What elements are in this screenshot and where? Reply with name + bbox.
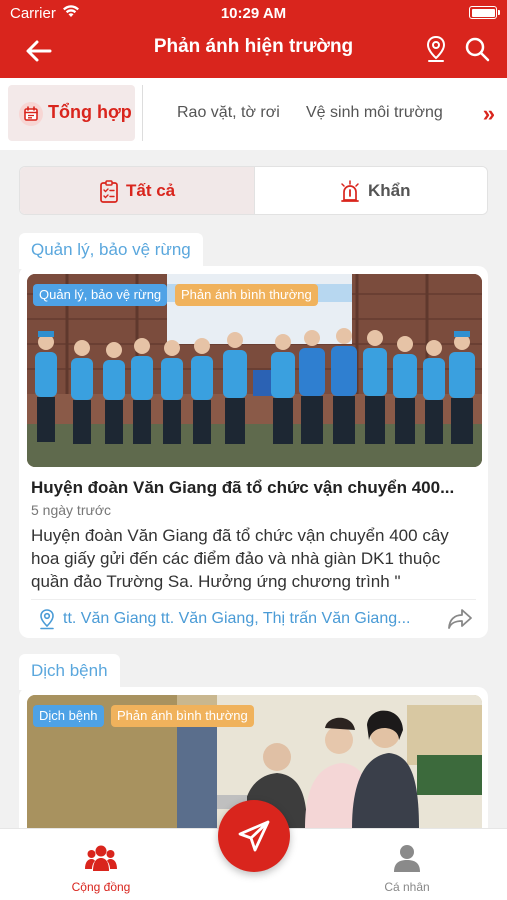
create-report-button[interactable] [218, 800, 290, 872]
post-image: Quản lý, bảo vệ rừng Phản ánh bình thườn… [27, 274, 482, 467]
checklist-icon [100, 180, 118, 203]
location-pin-icon[interactable] [423, 34, 449, 64]
tab-community[interactable]: Cộng đồng [62, 843, 140, 894]
status-badge: Phản ánh bình thường [175, 284, 318, 306]
tab-community-label: Cộng đồng [71, 880, 131, 894]
status-bar: Carrier 10:29 AM [0, 0, 507, 26]
post-location[interactable]: tt. Văn Giang tt. Văn Giang, Thị trấn Vă… [63, 610, 428, 628]
battery-icon [469, 6, 500, 19]
calendar-badge-icon [19, 102, 43, 126]
app-header: Carrier 10:29 AM Phản ánh hiện trường [0, 0, 507, 78]
community-icon [85, 845, 117, 871]
location-pin-icon [40, 609, 54, 630]
send-paper-plane-icon [238, 820, 270, 852]
post-title: Huyện đoàn Văn Giang đã tổ chức vận chuy… [31, 478, 455, 497]
tab-rao-vat[interactable]: Rao vặt, tờ rơi [177, 104, 280, 122]
filter-urgent-label: Khẩn [368, 181, 411, 200]
tab-tong-hop[interactable]: Tổng hợp [8, 85, 135, 141]
share-arrow-icon[interactable] [446, 606, 474, 632]
tab-profile[interactable]: Cá nhân [368, 843, 446, 894]
tab-divider [142, 85, 143, 141]
status-time: 10:29 AM [220, 5, 287, 22]
filter-all-button[interactable]: Tất cả [20, 167, 255, 214]
post-card[interactable]: Quản lý, bảo vệ rừng Phản ánh bình thườn… [19, 266, 488, 638]
tab-profile-label: Cá nhân [384, 880, 430, 894]
search-icon[interactable] [463, 34, 491, 64]
category-tabs: Tổng hợp Rao vặt, tờ rơi Vệ sinh môi trư… [0, 78, 507, 150]
nav-bar: Phản ánh hiện trường [0, 26, 507, 78]
post-time: 5 ngày trước [31, 502, 112, 518]
filter-segmented-control: Tất cả Khẩn [19, 166, 488, 215]
category-badge: Dịch bệnh [33, 705, 104, 727]
tab-ve-sinh-moi-truong[interactable]: Vệ sinh môi trường [306, 104, 443, 122]
filter-urgent-button[interactable]: Khẩn [255, 167, 487, 214]
filter-all-label: Tất cả [126, 181, 176, 200]
post-description: Huyện đoàn Văn Giang đã tổ chức vận chuy… [31, 526, 449, 591]
category-badge: Quản lý, bảo vệ rừng [33, 284, 168, 306]
status-badge: Phản ánh bình thường [111, 705, 254, 727]
person-icon [394, 845, 420, 872]
section-label-forest: Quản lý, bảo vệ rừng [19, 233, 203, 269]
more-tabs-chevron-icon[interactable]: » [483, 101, 495, 127]
siren-icon [341, 180, 359, 202]
tab-tong-hop-label: Tổng hợp [48, 102, 132, 122]
section-label-disease: Dịch bệnh [19, 654, 120, 690]
card-divider [31, 599, 476, 600]
